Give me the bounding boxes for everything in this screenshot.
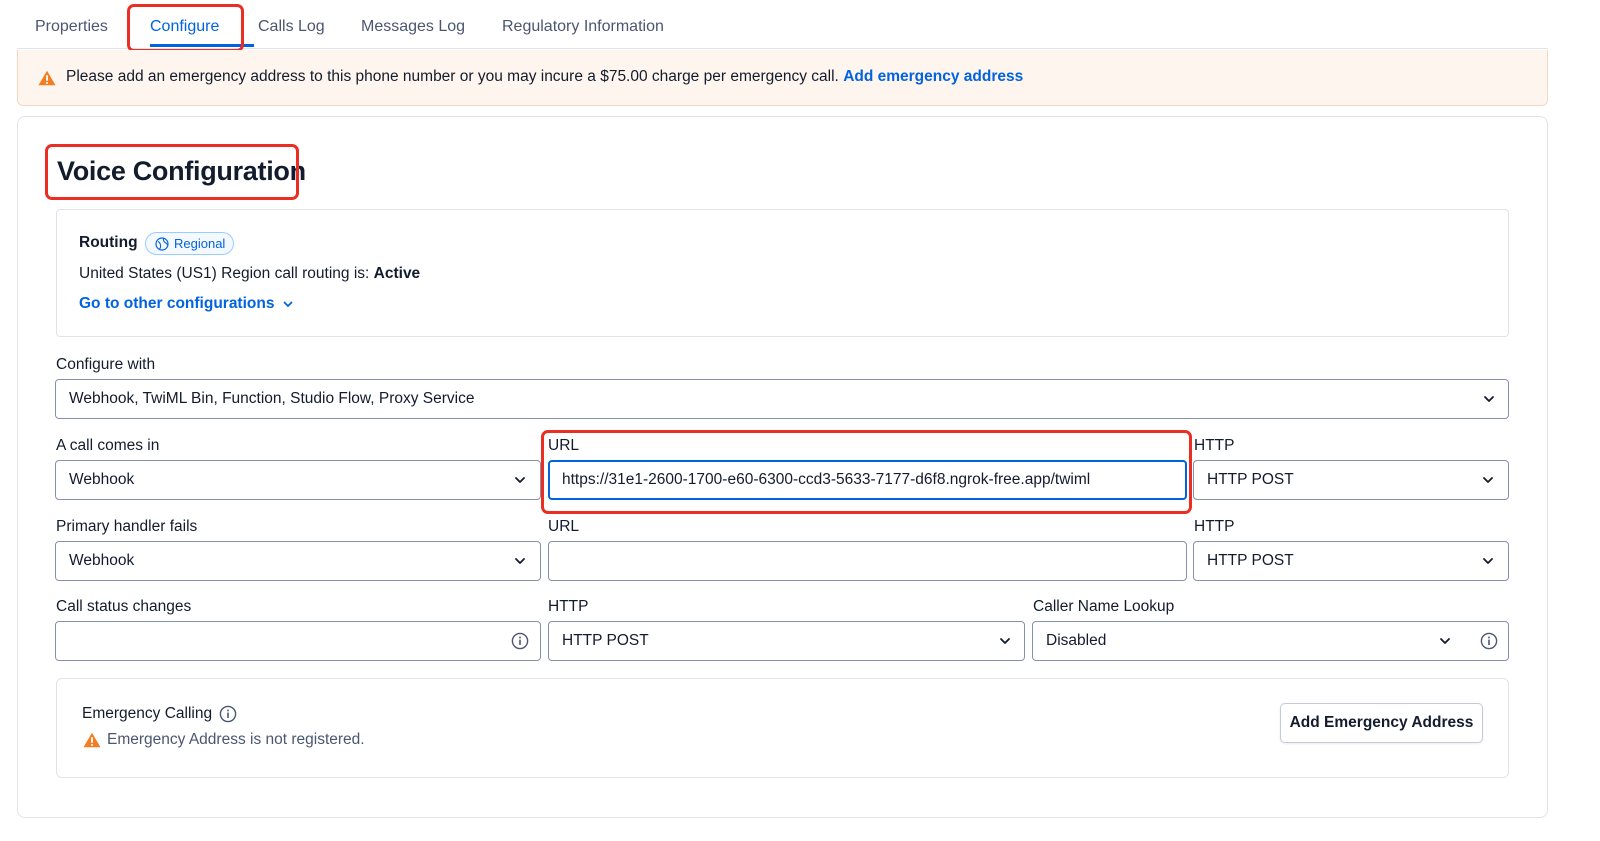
tab-properties[interactable]: Properties [35, 18, 108, 36]
warning-icon [83, 732, 101, 748]
warning-icon [38, 70, 56, 86]
call-comes-in-type-select[interactable]: Webhook [55, 460, 541, 500]
chevron-down-icon [1483, 477, 1493, 483]
chevron-down-icon [1440, 638, 1450, 644]
configure-with-value: Webhook, TwiML Bin, Function, Studio Flo… [69, 390, 475, 407]
configure-with-select[interactable]: Webhook, TwiML Bin, Function, Studio Flo… [55, 379, 1509, 419]
active-tab-indicator [150, 44, 254, 47]
caller-name-lookup-select[interactable]: Disabled [1032, 621, 1509, 661]
status-http-label: HTTP [548, 598, 589, 615]
chevron-down-icon [1484, 396, 1494, 402]
primary-handler-url-label: URL [548, 518, 580, 535]
call-comes-in-url-label: URL [548, 437, 580, 454]
emergency-warning-banner: Please add an emergency address to this … [17, 50, 1548, 106]
tab-regulatory-information[interactable]: Regulatory Information [502, 18, 664, 36]
emergency-address-status-text: Emergency Address is not registered. [107, 731, 365, 748]
regional-badge-label: Regional [174, 236, 226, 251]
call-comes-in-label: A call comes in [56, 437, 160, 454]
routing-title: Routing [79, 234, 138, 251]
configure-with-label: Configure with [56, 356, 156, 373]
other-configurations-label: Go to other configurations [79, 295, 275, 312]
call-comes-in-url-value: https://31e1-2600-1700-e60-6300-ccd3-563… [562, 471, 1091, 488]
primary-handler-fails-label: Primary handler fails [56, 518, 198, 535]
primary-handler-http-select[interactable]: HTTP POST [1193, 541, 1509, 581]
page-title: Voice Configuration [57, 156, 306, 186]
routing-status: United States (US1) Region call routing … [79, 265, 420, 283]
caller-name-lookup-label: Caller Name Lookup [1033, 598, 1175, 615]
banner-message: Please add an emergency address to this … [66, 68, 839, 85]
call-comes-in-http-label: HTTP [1194, 437, 1235, 454]
call-comes-in-url-input[interactable]: https://31e1-2600-1700-e60-6300-ccd3-563… [548, 460, 1187, 500]
call-status-changes-label: Call status changes [56, 598, 192, 615]
info-icon[interactable] [219, 705, 237, 723]
tab-configure[interactable]: Configure [150, 18, 219, 36]
tab-messages-log[interactable]: Messages Log [361, 18, 465, 36]
call-comes-in-http-value: HTTP POST [1207, 471, 1294, 488]
chevron-down-icon [515, 477, 525, 483]
tab-bar: Properties Configure Calls Log Messages … [17, 0, 1548, 49]
add-emergency-address-button[interactable]: Add Emergency Address [1280, 703, 1483, 743]
emergency-address-status: Emergency Address is not registered. [83, 731, 365, 749]
primary-handler-url-input[interactable] [548, 541, 1187, 581]
call-comes-in-http-select[interactable]: HTTP POST [1193, 460, 1509, 500]
routing-status-value: Active [373, 265, 421, 282]
emergency-calling-title: Emergency Calling [82, 705, 237, 723]
go-to-other-configurations-link[interactable]: Go to other configurations [79, 295, 293, 313]
status-http-select[interactable]: HTTP POST [548, 621, 1025, 661]
call-comes-in-type-value: Webhook [69, 471, 135, 488]
primary-handler-http-label: HTTP [1194, 518, 1235, 535]
info-icon[interactable] [1480, 632, 1498, 650]
status-http-value: HTTP POST [562, 632, 649, 649]
tab-calls-log[interactable]: Calls Log [258, 18, 325, 36]
emergency-calling-label: Emergency Calling [82, 705, 213, 722]
primary-handler-type-value: Webhook [69, 552, 135, 569]
chevron-down-icon [1483, 558, 1493, 564]
primary-handler-type-select[interactable]: Webhook [55, 541, 541, 581]
call-status-changes-input[interactable] [55, 621, 541, 661]
chevron-down-icon [284, 301, 293, 307]
info-icon[interactable] [511, 632, 529, 650]
routing-status-prefix: United States (US1) Region call routing … [79, 265, 370, 282]
add-emergency-address-link[interactable]: Add emergency address [843, 68, 1023, 85]
caller-name-lookup-value: Disabled [1046, 632, 1107, 649]
chevron-down-icon [1000, 638, 1010, 644]
globe-icon [155, 236, 169, 251]
regional-badge: Regional [145, 232, 235, 255]
primary-handler-http-value: HTTP POST [1207, 552, 1294, 569]
chevron-down-icon [515, 558, 525, 564]
